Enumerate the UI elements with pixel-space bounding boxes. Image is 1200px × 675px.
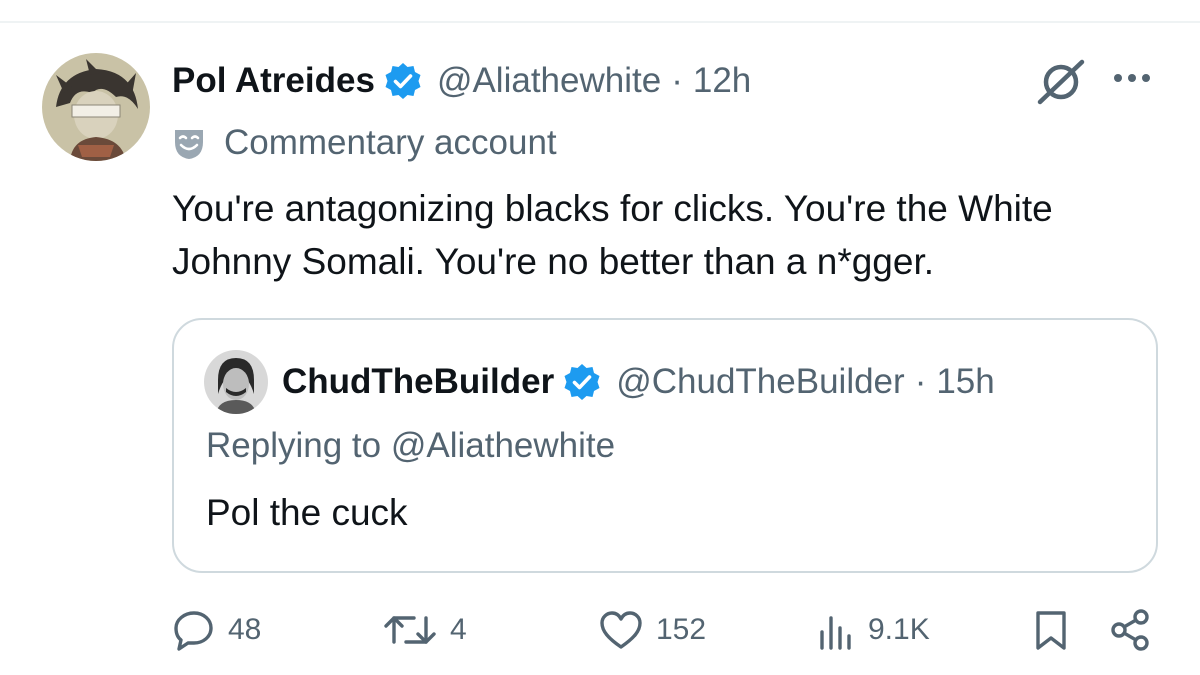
author-avatar[interactable] (42, 53, 150, 161)
tweet-page: Pol Atreides @Aliathewhite · 12h Comment… (0, 0, 1200, 675)
account-label[interactable]: Commentary account (172, 120, 557, 166)
views-button[interactable]: 9.1K (816, 600, 930, 660)
quoted-tweet-text: Pol the cuck (206, 492, 408, 533)
repost-count: 4 (450, 613, 467, 646)
tweet-text: You're antagonizing blacks for clicks. Y… (172, 188, 1053, 282)
verified-badge-icon (383, 61, 423, 101)
views-count: 9.1K (868, 613, 930, 646)
separator-dot: · (671, 61, 683, 100)
heart-icon (598, 608, 644, 652)
replying-to[interactable]: Replying to @Aliathewhite (206, 426, 615, 466)
reply-count: 48 (228, 613, 262, 646)
grok-icon[interactable] (1034, 58, 1088, 106)
views-icon (816, 608, 856, 652)
bookmark-button[interactable] (1032, 600, 1070, 660)
theater-mask-icon (172, 126, 206, 160)
bookmark-icon (1032, 608, 1070, 652)
quoted-tweet-header: ChudTheBuilder @ChudTheBuilder · 15h (204, 350, 995, 414)
author-name[interactable]: Pol Atreides (172, 61, 375, 101)
tweet-header: Pol Atreides @Aliathewhite · 12h (172, 56, 751, 106)
repost-icon (382, 608, 438, 652)
share-button[interactable] (1108, 600, 1152, 660)
separator-dot: · (914, 362, 927, 401)
reply-icon (172, 608, 216, 652)
tweet-time[interactable]: 12h (693, 61, 751, 101)
share-icon (1108, 608, 1152, 652)
author-handle[interactable]: @Aliathewhite (437, 61, 661, 101)
like-count: 152 (656, 613, 707, 646)
account-label-text: Commentary account (224, 123, 557, 162)
quoted-tweet-time[interactable]: 15h (936, 362, 994, 402)
top-divider (0, 21, 1200, 23)
like-button[interactable]: 152 (598, 600, 706, 660)
reply-button[interactable]: 48 (172, 600, 261, 660)
verified-badge-icon (562, 362, 602, 402)
quoted-tweet[interactable]: ChudTheBuilder @ChudTheBuilder · 15h Rep… (172, 318, 1158, 573)
repost-button[interactable]: 4 (382, 600, 467, 660)
quoted-author-avatar[interactable] (204, 350, 268, 414)
action-bar: 48 4 152 9.1K (0, 600, 1200, 660)
quoted-author-handle[interactable]: @ChudTheBuilder (616, 362, 904, 402)
more-icon[interactable] (1112, 66, 1152, 90)
quoted-author-name[interactable]: ChudTheBuilder (282, 362, 554, 402)
